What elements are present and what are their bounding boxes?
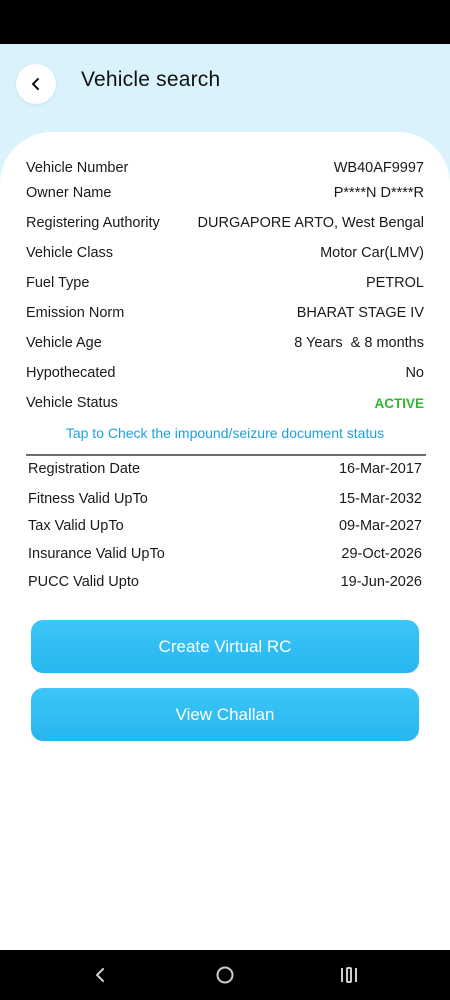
vehicle-details-card: Vehicle Number WB40AF9997 Owner Name P**… bbox=[0, 132, 450, 950]
date-value: 29-Oct-2026 bbox=[341, 546, 422, 562]
detail-label: Vehicle Status bbox=[26, 395, 118, 411]
recents-icon bbox=[341, 967, 357, 983]
detail-label: Vehicle Class bbox=[26, 245, 114, 261]
date-value: 09-Mar-2027 bbox=[338, 518, 422, 534]
detail-value: No bbox=[405, 365, 424, 381]
date-value: 19-Jun-2026 bbox=[340, 574, 422, 590]
detail-label: Fuel Type bbox=[26, 275, 90, 291]
detail-label: Hypothecated bbox=[26, 365, 116, 381]
date-row-registration: Registration Date 16-Mar-2017 bbox=[28, 458, 422, 480]
detail-value: Motor Car(LMV) bbox=[320, 245, 424, 261]
view-challan-button[interactable]: View Challan bbox=[31, 688, 419, 741]
date-row-pucc: PUCC Valid Upto 19-Jun-2026 bbox=[28, 571, 422, 593]
nav-back-button[interactable] bbox=[85, 960, 115, 990]
detail-value: 8 Years & 8 months bbox=[294, 335, 424, 351]
date-value: 15-Mar-2032 bbox=[338, 491, 422, 507]
nav-recents-button[interactable] bbox=[334, 960, 364, 990]
detail-value: DURGAPORE ARTO, West Bengal bbox=[197, 215, 424, 231]
detail-row-registering-authority: Registering Authority DURGAPORE ARTO, We… bbox=[26, 212, 424, 234]
header: Vehicle search bbox=[0, 44, 450, 134]
create-virtual-rc-button[interactable]: Create Virtual RC bbox=[31, 620, 419, 673]
detail-row-vehicle-age: Vehicle Age 8 Years & 8 months bbox=[26, 332, 424, 354]
detail-value: PETROL bbox=[365, 275, 424, 291]
detail-row-hypothecated: Hypothecated No bbox=[26, 362, 424, 384]
nav-home-button[interactable] bbox=[210, 960, 240, 990]
status-bar bbox=[0, 0, 450, 44]
date-row-insurance: Insurance Valid UpTo 29-Oct-2026 bbox=[28, 543, 422, 565]
detail-value: WB40AF9997 bbox=[333, 160, 424, 176]
detail-value: P****N D****R bbox=[333, 185, 424, 201]
system-navigation-bar bbox=[0, 950, 450, 1000]
detail-label: Vehicle Age bbox=[26, 335, 102, 351]
date-label: PUCC Valid Upto bbox=[28, 574, 139, 590]
section-divider bbox=[26, 454, 426, 456]
detail-value: BHARAT STAGE IV bbox=[296, 305, 424, 321]
detail-row-fuel-type: Fuel Type PETROL bbox=[26, 272, 424, 294]
detail-row-owner-name: Owner Name P****N D****R bbox=[26, 182, 424, 204]
date-label: Fitness Valid UpTo bbox=[28, 491, 148, 507]
back-button[interactable] bbox=[16, 64, 56, 104]
detail-row-vehicle-number: Vehicle Number WB40AF9997 bbox=[26, 157, 424, 179]
detail-row-vehicle-status: Vehicle Status ACTIVE bbox=[26, 392, 424, 414]
date-row-fitness: Fitness Valid UpTo 15-Mar-2032 bbox=[28, 488, 422, 510]
home-icon bbox=[216, 966, 234, 984]
detail-row-vehicle-class: Vehicle Class Motor Car(LMV) bbox=[26, 242, 424, 264]
date-label: Registration Date bbox=[28, 461, 141, 477]
date-label: Insurance Valid UpTo bbox=[28, 546, 165, 562]
detail-label: Owner Name bbox=[26, 185, 112, 201]
detail-label: Registering Authority bbox=[26, 215, 160, 231]
status-badge: ACTIVE bbox=[374, 395, 424, 411]
chevron-left-icon bbox=[32, 78, 39, 90]
detail-label: Vehicle Number bbox=[26, 160, 129, 176]
date-label: Tax Valid UpTo bbox=[28, 518, 124, 534]
date-value: 16-Mar-2017 bbox=[338, 461, 422, 477]
detail-label: Emission Norm bbox=[26, 305, 125, 321]
back-icon bbox=[96, 968, 104, 982]
page-title: Vehicle search bbox=[81, 68, 221, 91]
impound-status-link[interactable]: Tap to Check the impound/seizure documen… bbox=[0, 425, 450, 441]
date-row-tax: Tax Valid UpTo 09-Mar-2027 bbox=[28, 515, 422, 537]
detail-row-emission-norm: Emission Norm BHARAT STAGE IV bbox=[26, 302, 424, 324]
